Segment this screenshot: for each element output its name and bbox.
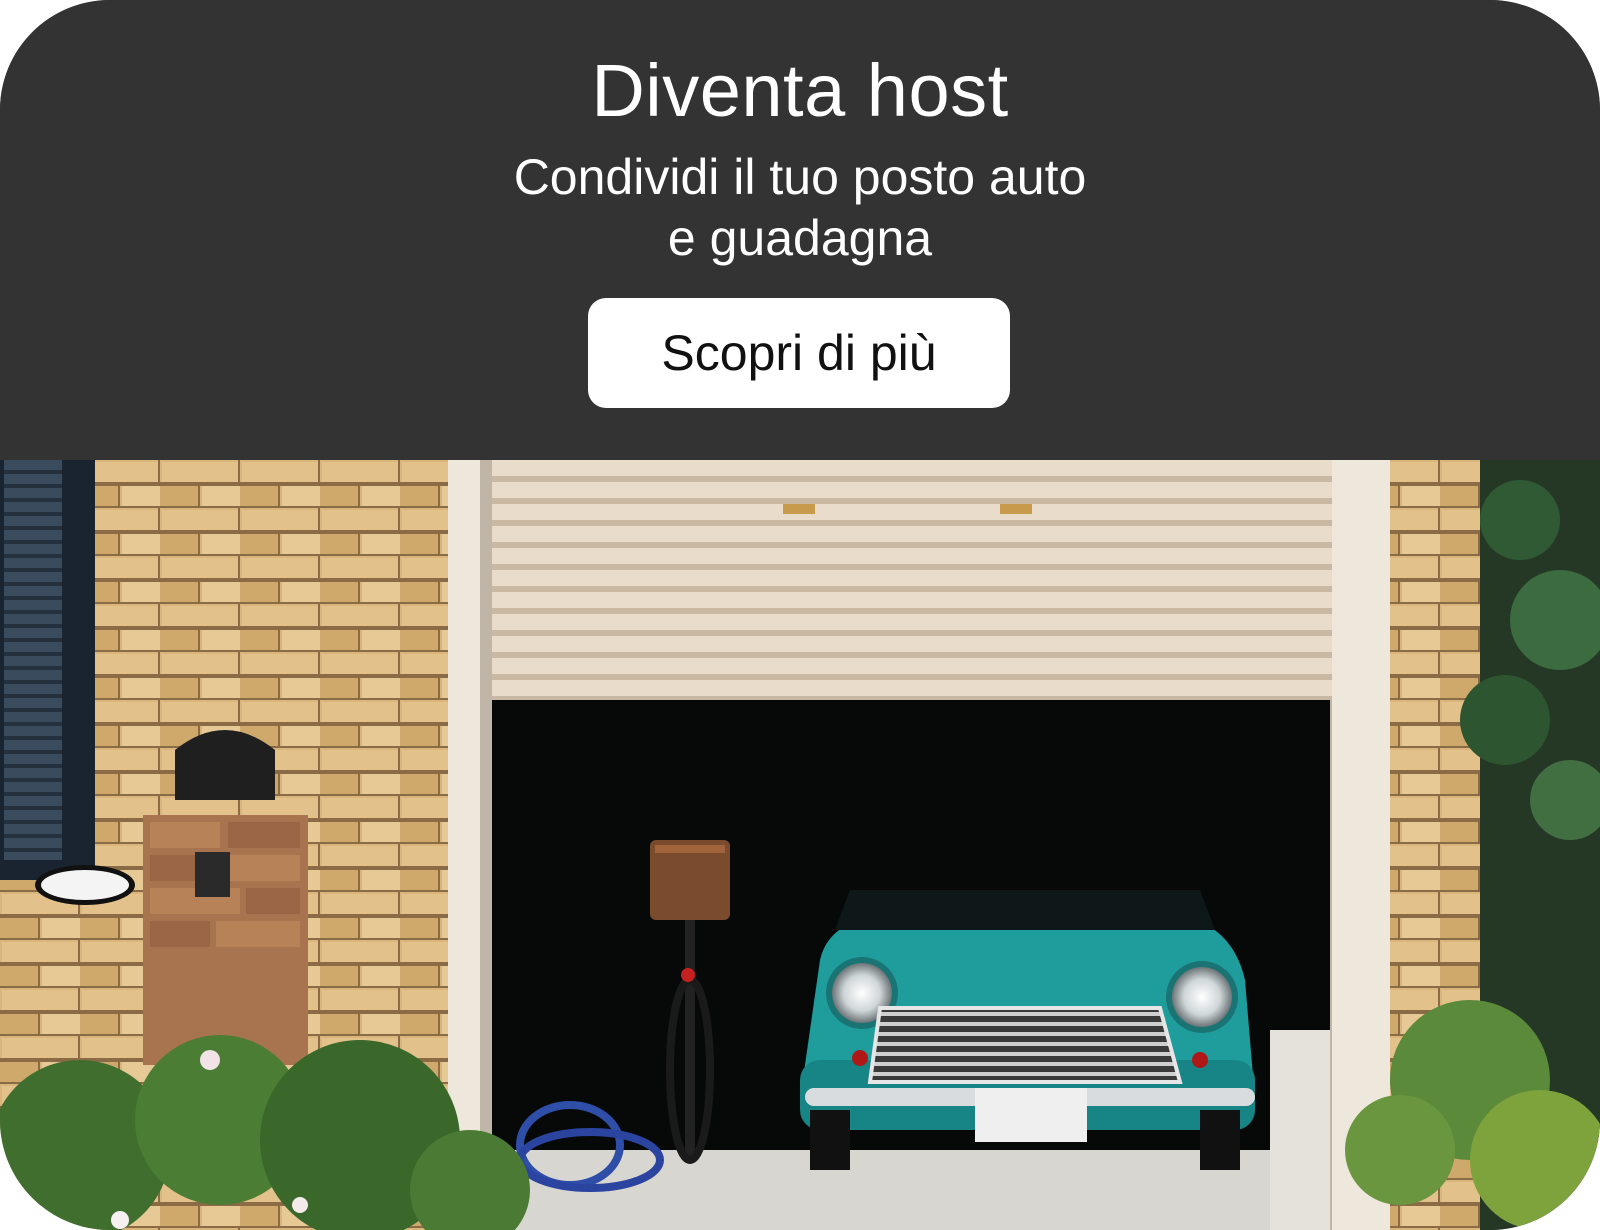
promo-subtitle-line-1: Condividi il tuo posto auto <box>513 149 1087 205</box>
promo-subtitle-line-2: e guadagna <box>667 210 933 266</box>
garage-photo <box>0 460 1600 1230</box>
promo-title: Diventa host <box>591 49 1009 132</box>
host-promo-card: Diventa host Condividi il tuo posto auto… <box>0 0 1600 1230</box>
learn-more-button[interactable]: Scopri di più <box>588 298 1010 408</box>
promo-header: Diventa host Condividi il tuo posto auto… <box>0 0 1600 460</box>
promo-subtitle: Condividi il tuo posto auto e guadagna <box>0 147 1600 269</box>
